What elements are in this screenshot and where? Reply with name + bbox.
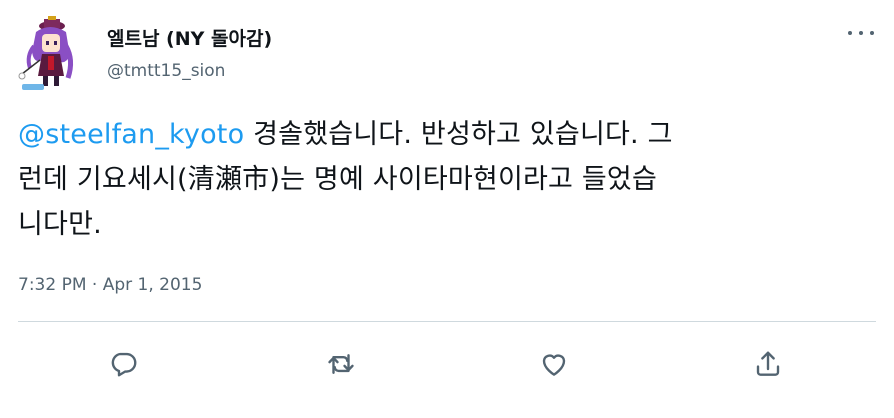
tweet-line-1: @steelfan_kyoto 경솔했습니다. 반성하고 있습니다. 그 xyxy=(18,112,878,157)
divider xyxy=(18,321,876,322)
author-display-name[interactable]: 엘트남 (NY 돌아감) xyxy=(107,24,272,51)
retweet-icon xyxy=(328,354,354,374)
reply-button[interactable] xyxy=(106,346,142,382)
share-button[interactable] xyxy=(750,346,786,382)
more-dot xyxy=(859,31,863,35)
more-horizontal-icon[interactable] xyxy=(848,26,874,40)
reply-icon xyxy=(111,352,137,377)
tweet-text: @steelfan_kyoto 경솔했습니다. 반성하고 있습니다. 그 런데 … xyxy=(18,112,878,247)
avatar[interactable] xyxy=(18,16,82,92)
mention-link[interactable]: @steelfan_kyoto xyxy=(18,119,244,150)
like-icon xyxy=(542,354,566,376)
share-icon xyxy=(756,351,780,376)
tweet-timestamp[interactable]: 7:32 PM · Apr 1, 2015 xyxy=(18,275,202,295)
author-handle[interactable]: @tmtt15_sion xyxy=(107,61,225,81)
tweet-line-3: 니다만. xyxy=(18,209,102,240)
tweet-line-2: 런데 기요세시(清瀬市)는 명예 사이타마현이라고 들었습 xyxy=(18,164,657,195)
retweet-button[interactable] xyxy=(323,346,359,382)
more-dot xyxy=(870,31,874,35)
like-button[interactable] xyxy=(536,346,572,382)
tweet-line-1-text: 경솔했습니다. 반성하고 있습니다. 그 xyxy=(244,119,673,150)
action-bar xyxy=(0,346,894,382)
more-dot xyxy=(848,31,852,35)
